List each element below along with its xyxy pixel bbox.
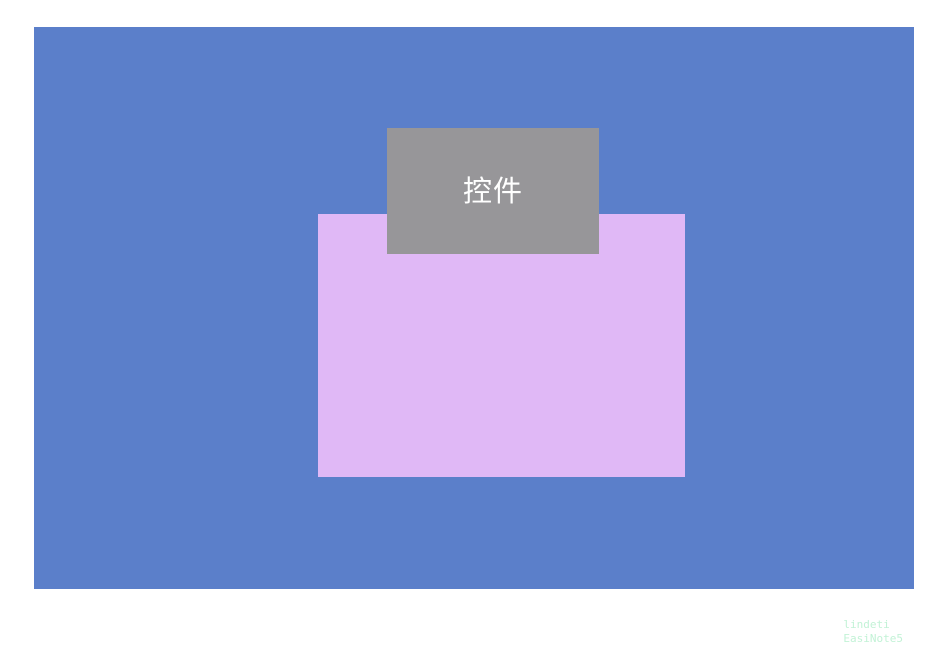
diagram-canvas: 控件 lindeti EasiNote5 xyxy=(0,0,941,662)
watermark-line-2: EasiNote5 xyxy=(843,632,903,645)
watermark: lindeti EasiNote5 xyxy=(843,618,903,646)
control-label: 控件 xyxy=(462,173,523,208)
watermark-line-1: lindeti xyxy=(843,618,890,631)
control-box: 控件 xyxy=(387,128,599,254)
